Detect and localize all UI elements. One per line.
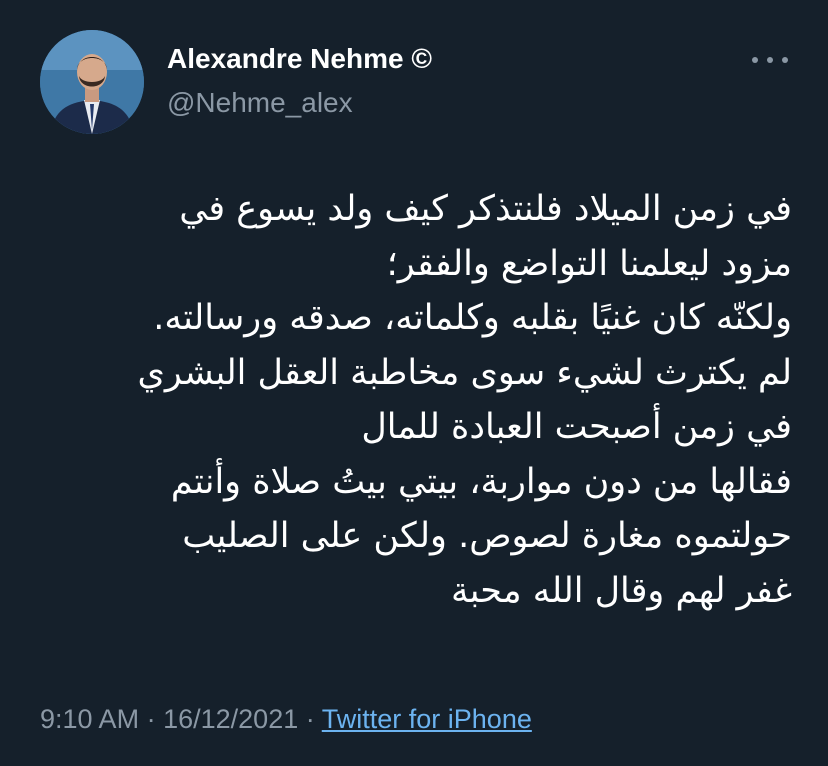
display-name-text: Alexandre Nehme: [167, 43, 404, 74]
tweet-text-line: لم يكترث لشيء سوى مخاطبة العقل البشري: [137, 352, 792, 393]
author-handle[interactable]: @Nehme_alex: [167, 86, 353, 120]
tweet-text-line: مزود ليعلمنا التواضع والفقر؛: [386, 243, 792, 284]
tweet-text-line: حولتموه مغارة لصوص. ولكن على الصليب: [182, 516, 792, 556]
tweet-text-line: فقالها من دون مواربة، بيتي بيتُ صلاة وأن…: [170, 461, 792, 502]
separator: ·: [305, 704, 315, 734]
profile-photo-icon: [40, 30, 144, 134]
source-link[interactable]: Twitter for iPhone: [322, 704, 532, 734]
tweet-text: في زمن الميلاد فلنتذكر كيف ولد يسوع في م…: [12, 182, 792, 618]
more-options-button[interactable]: [752, 52, 788, 68]
tweet-date[interactable]: 16/12/2021: [163, 704, 298, 734]
tweet-text-line: غفر لهم وقال الله محبة: [450, 570, 792, 611]
tweet: Alexandre Nehme © @Nehme_alex في زمن الم…: [0, 0, 828, 766]
tweet-text-line: في زمن الميلاد فلنتذكر كيف ولد يسوع في: [179, 189, 792, 229]
author-display-name[interactable]: Alexandre Nehme ©: [167, 42, 432, 76]
more-horizontal-icon: [767, 57, 773, 63]
tweet-metadata: 9:10 AM · 16/12/2021 · Twitter for iPhon…: [40, 702, 532, 736]
tweet-text-line: في زمن أصبحت العبادة للمال: [361, 407, 792, 447]
tweet-text-line: ولكنّه كان غنيًا بقلبه وكلماته، صدقه ورس…: [153, 298, 792, 338]
more-horizontal-icon: [752, 57, 758, 63]
separator: ·: [146, 704, 156, 734]
copyright-badge: ©: [411, 43, 432, 74]
tweet-time[interactable]: 9:10 AM: [40, 704, 139, 734]
avatar[interactable]: [40, 30, 144, 134]
more-horizontal-icon: [782, 57, 788, 63]
